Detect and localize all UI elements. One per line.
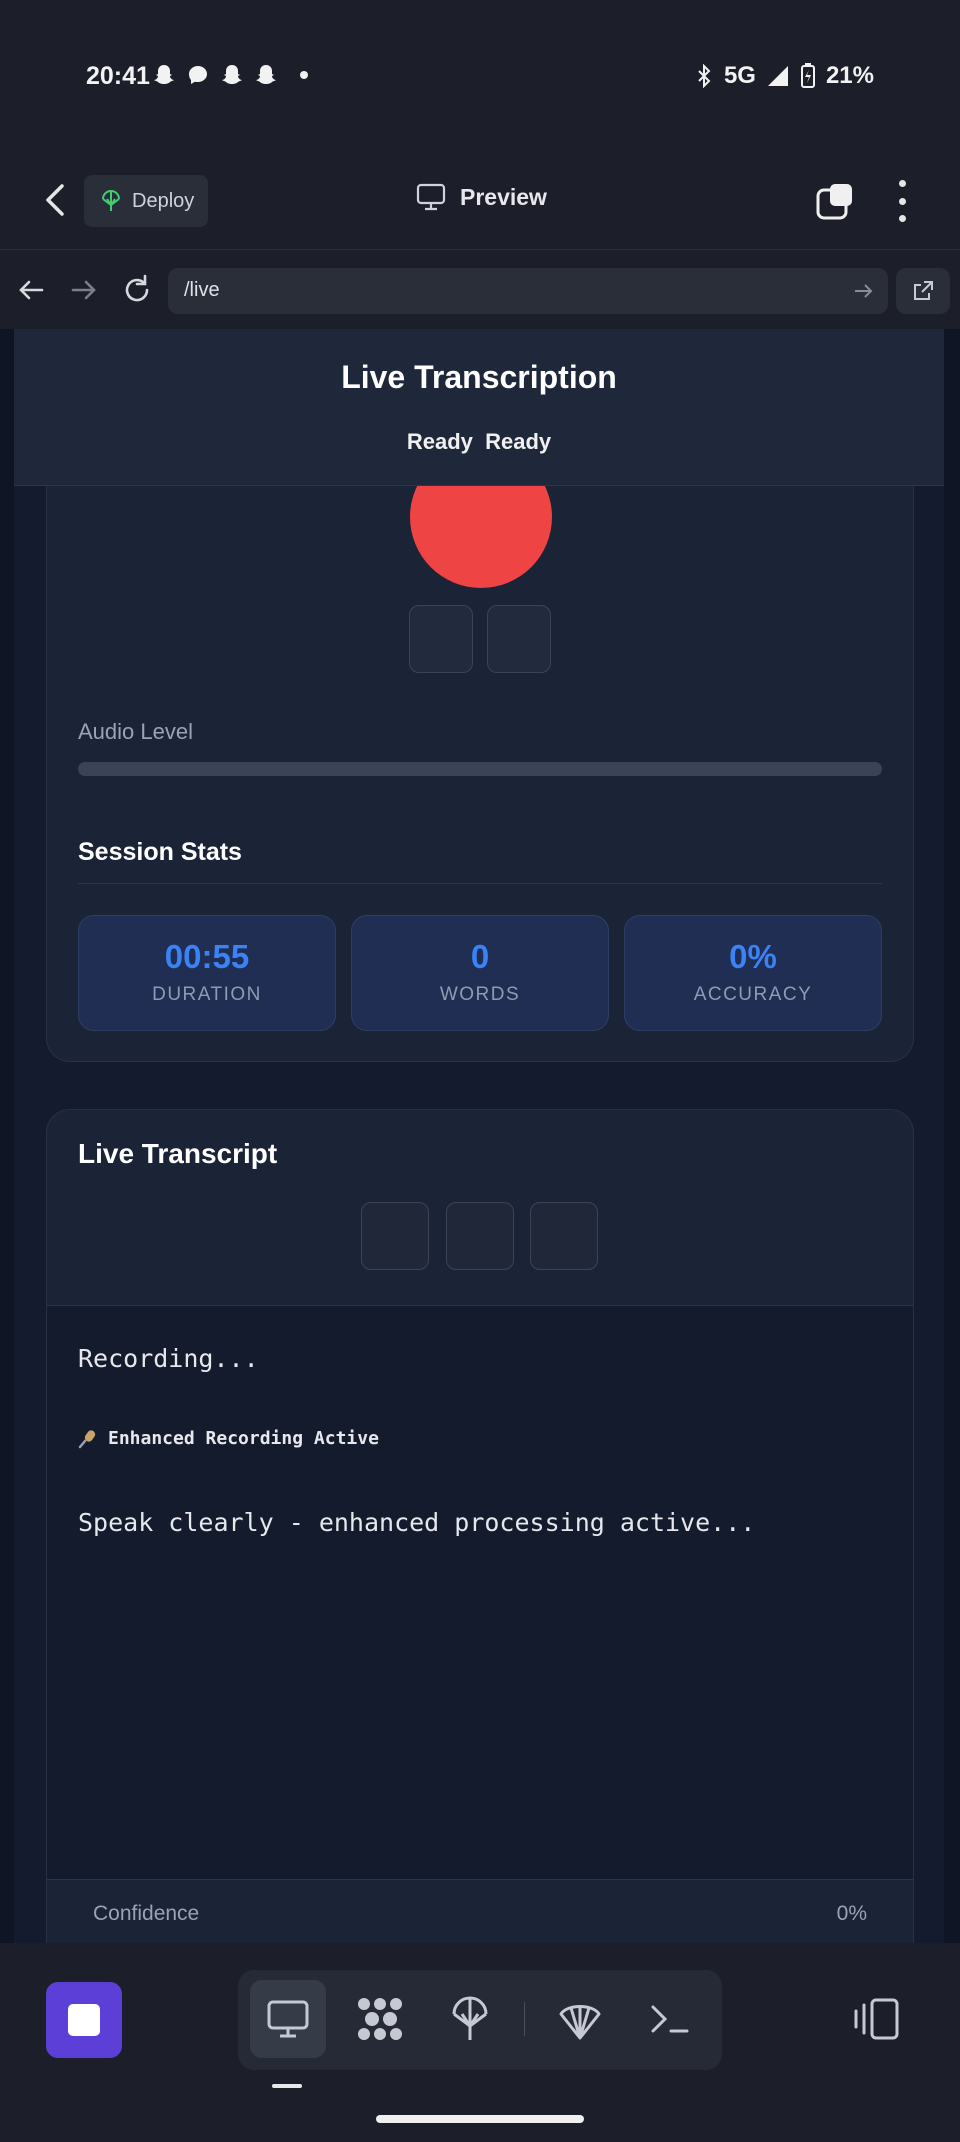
stat-value: 0%: [729, 938, 777, 975]
page-header: Live Transcription Ready Ready: [14, 329, 944, 486]
transcript-hint: Speak clearly - enhanced processing acti…: [78, 1508, 756, 1537]
bottom-toolbar: [0, 1943, 960, 2142]
app-bar: Deploy Preview: [0, 150, 960, 250]
transcript-button-2[interactable]: [446, 1202, 514, 1270]
confidence-label: Confidence: [93, 1902, 200, 1925]
deploy-icon: [452, 1996, 488, 2040]
active-tool-indicator: [272, 2084, 302, 2088]
transcript-status: Recording...: [78, 1344, 259, 1373]
transcript-card: Live Transcript Recording... Enhanced Re…: [46, 1109, 914, 1943]
preview-label: Preview: [460, 183, 547, 210]
tool-preview[interactable]: [250, 1980, 326, 2058]
shell-icon: [559, 2005, 601, 2040]
stop-button[interactable]: [46, 1982, 122, 2058]
web-content: Audio Level Session Stats 00:55 DURATION…: [0, 329, 960, 1943]
monitor-icon: [267, 2000, 309, 2038]
battery-percent: 21%: [825, 62, 874, 89]
stat-label: WORDS: [439, 984, 521, 1005]
home-indicator[interactable]: [376, 2115, 584, 2123]
more-options-icon[interactable]: [892, 180, 912, 222]
messenger-icon: [189, 66, 207, 84]
status-bar: 20:41 5G 21%: [0, 0, 960, 150]
stat-duration: 00:55 DURATION: [78, 915, 336, 1031]
monitor-icon: [416, 183, 446, 211]
notification-icons: [152, 63, 308, 87]
snapchat-icon: [256, 65, 276, 84]
stop-icon: [68, 2004, 100, 2036]
tool-workflows[interactable]: [342, 1980, 418, 2058]
control-button-2[interactable]: [487, 605, 551, 673]
enhanced-badge-label: Enhanced Recording Active: [108, 1428, 379, 1449]
audio-level-meter: [78, 762, 882, 776]
battery-icon: [800, 63, 815, 88]
external-link-icon: [914, 281, 933, 300]
snapchat-icon: [222, 65, 242, 84]
signal-icon: [767, 66, 788, 86]
deploy-button[interactable]: Deploy: [84, 175, 208, 227]
tool-deploy[interactable]: [432, 1980, 508, 2058]
tool-switcher: [238, 1970, 722, 2070]
status-text: Ready Ready: [406, 429, 552, 454]
stat-value: 0: [470, 938, 490, 975]
back-arrow-icon[interactable]: [38, 180, 74, 220]
page-title: Live Transcription: [341, 359, 617, 395]
audio-level-label: Audio Level: [78, 719, 193, 744]
enhanced-badge: Enhanced Recording Active: [78, 1428, 379, 1449]
control-button-1[interactable]: [409, 605, 473, 673]
browser-back-icon[interactable]: [14, 273, 48, 307]
transcript-button-3[interactable]: [530, 1202, 598, 1270]
stat-value: 00:55: [164, 938, 250, 975]
terminal-icon: [651, 2005, 689, 2033]
go-arrow-icon[interactable]: [852, 280, 874, 302]
microphone-icon: [78, 1429, 96, 1448]
tool-terminal[interactable]: [632, 1980, 708, 2058]
reload-icon[interactable]: [120, 273, 154, 307]
bluetooth-icon: [698, 64, 711, 88]
panel-toggle-icon[interactable]: [852, 1997, 900, 2041]
tabs-icon[interactable]: [816, 182, 854, 220]
stat-label: ACCURACY: [693, 984, 813, 1005]
toolbar-divider: [524, 2002, 525, 2036]
stat-accuracy: 0% ACCURACY: [624, 915, 882, 1031]
browser-toolbar: /live: [0, 251, 960, 329]
deploy-label: Deploy: [132, 189, 195, 212]
browser-forward-icon[interactable]: [67, 273, 101, 307]
session-stats-title: Session Stats: [78, 838, 242, 866]
tool-ai[interactable]: [542, 1980, 618, 2058]
divider: [78, 883, 882, 884]
nodes-icon: [358, 1998, 402, 2040]
stat-label: DURATION: [152, 984, 262, 1005]
url-bar[interactable]: /live: [168, 268, 888, 314]
system-status: 5G 21%: [694, 62, 874, 90]
open-external-button[interactable]: [896, 268, 950, 314]
snapchat-icon: [154, 65, 174, 84]
network-type: 5G: [723, 62, 756, 89]
deploy-icon: [102, 190, 120, 211]
transcript-title: Live Transcript: [78, 1138, 278, 1169]
url-text: /live: [184, 279, 220, 301]
preview-tab[interactable]: Preview: [416, 183, 547, 211]
clock: 20:41: [86, 62, 150, 90]
transcript-area[interactable]: Recording... Enhanced Recording Active S…: [47, 1305, 913, 1880]
stat-words: 0 WORDS: [351, 915, 609, 1031]
more-notifications-dot: [300, 71, 308, 79]
transcript-button-1[interactable]: [361, 1202, 429, 1270]
confidence-value: 0%: [836, 1902, 867, 1925]
